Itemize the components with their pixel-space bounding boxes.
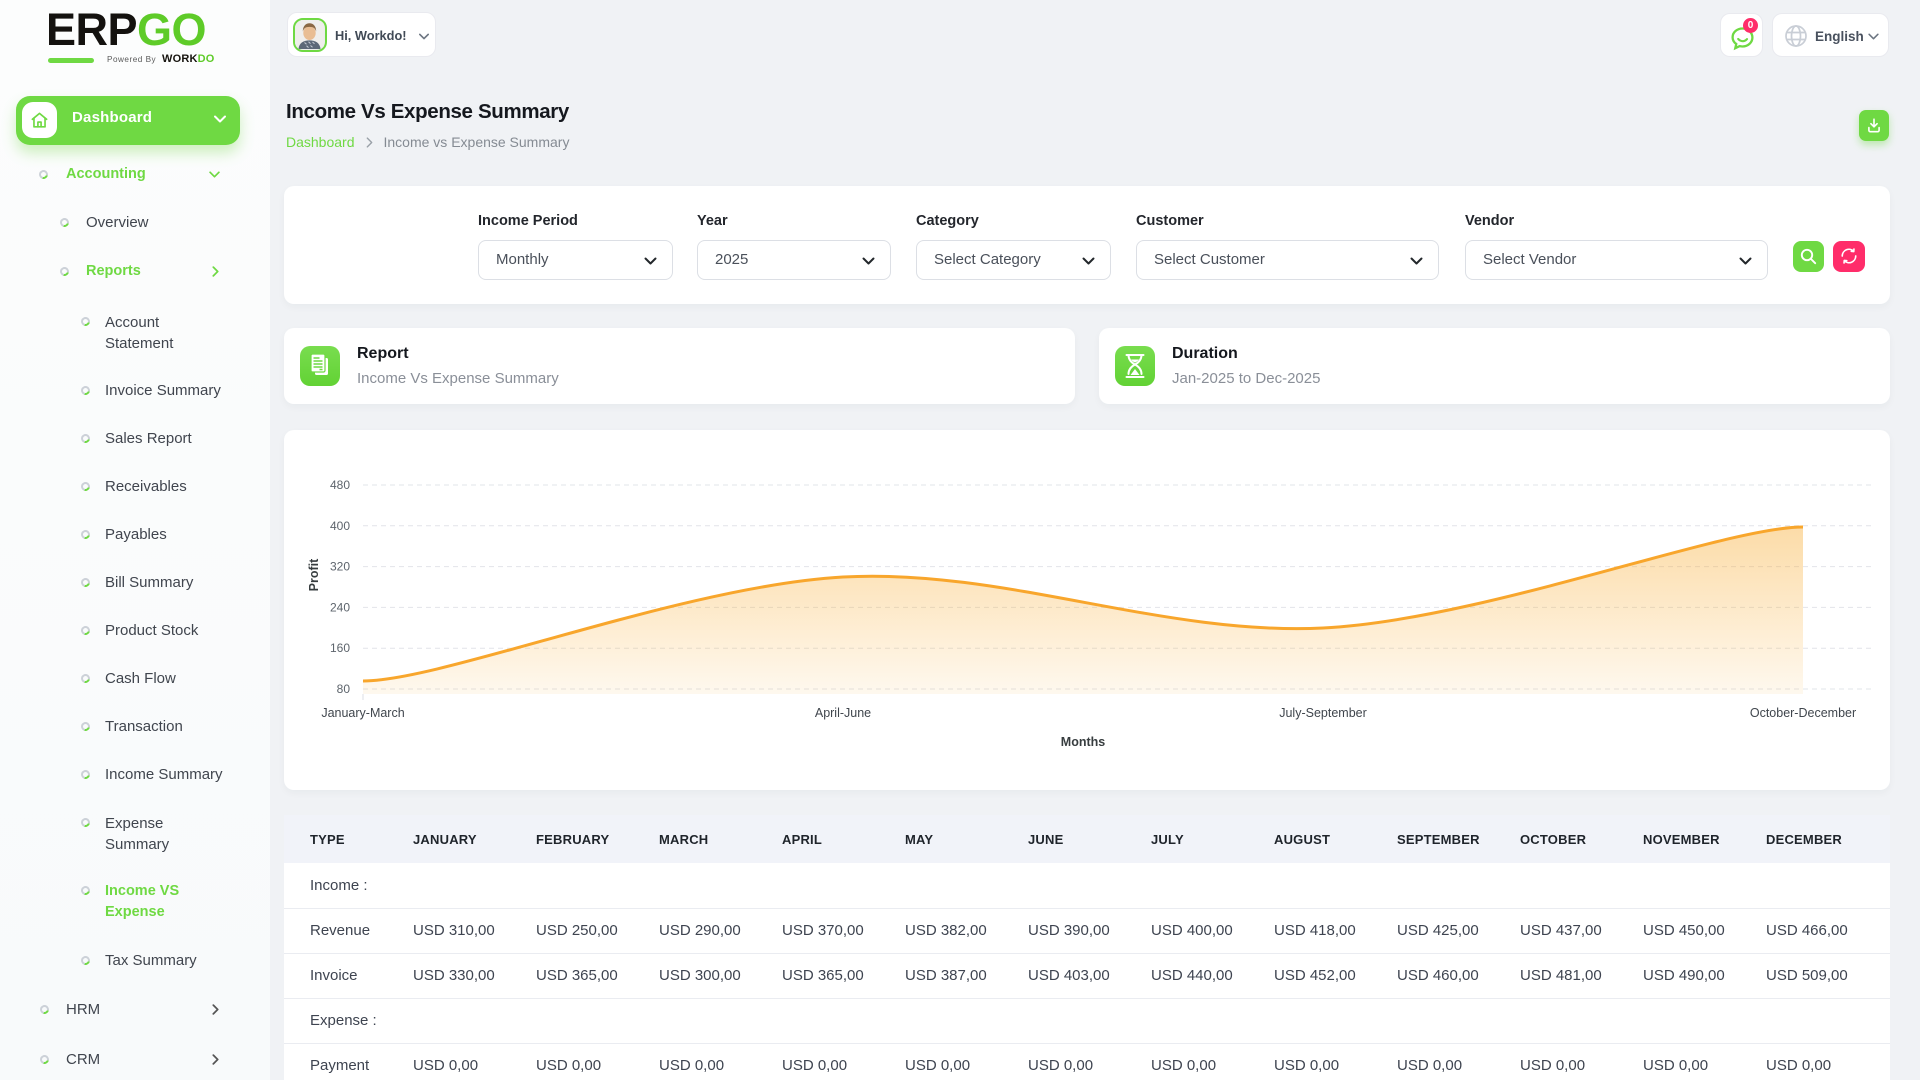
- svg-text:January-March: January-March: [321, 706, 404, 720]
- svg-text:Profit: Profit: [307, 558, 321, 591]
- svg-text:160: 160: [330, 641, 350, 655]
- svg-text:July-September: July-September: [1279, 706, 1367, 720]
- svg-text:April-June: April-June: [815, 706, 871, 720]
- svg-text:80: 80: [337, 682, 351, 696]
- svg-text:400: 400: [330, 519, 350, 533]
- svg-text:Months: Months: [1061, 735, 1105, 749]
- svg-text:240: 240: [330, 600, 350, 614]
- svg-text:October-December: October-December: [1750, 706, 1856, 720]
- svg-text:320: 320: [330, 560, 350, 574]
- svg-text:480: 480: [330, 478, 350, 492]
